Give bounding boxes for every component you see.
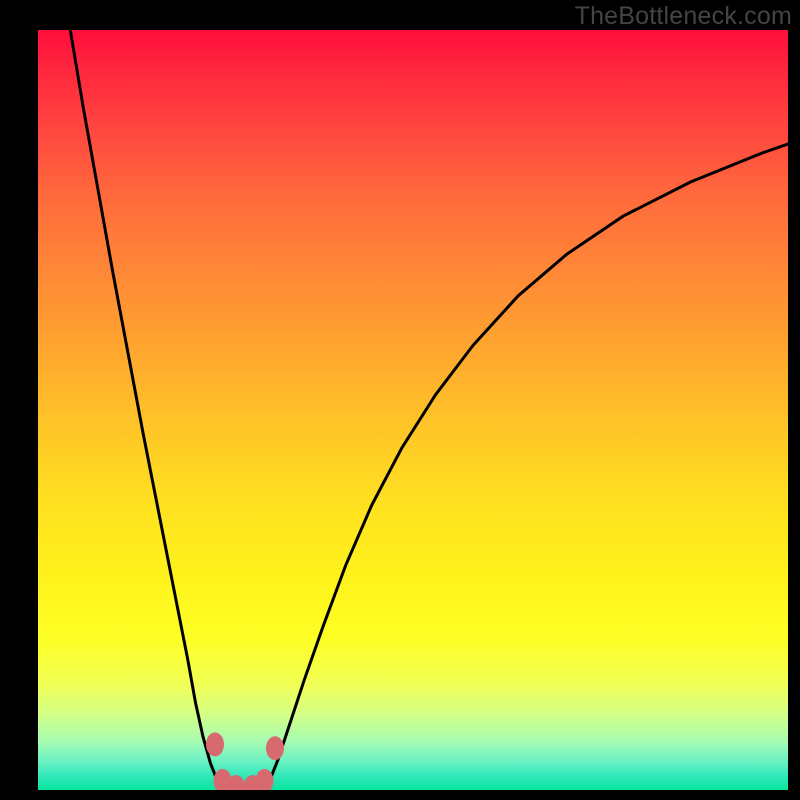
watermark-text: TheBottleneck.com [575, 2, 792, 31]
bottleneck-curve [70, 30, 788, 790]
chart-frame: TheBottleneck.com [0, 0, 800, 800]
curve-marker [206, 732, 224, 756]
plot-area [38, 30, 788, 790]
curve-marker [256, 769, 274, 790]
curve-marker [266, 736, 284, 760]
marker-group [206, 732, 284, 790]
curve-svg [38, 30, 788, 790]
